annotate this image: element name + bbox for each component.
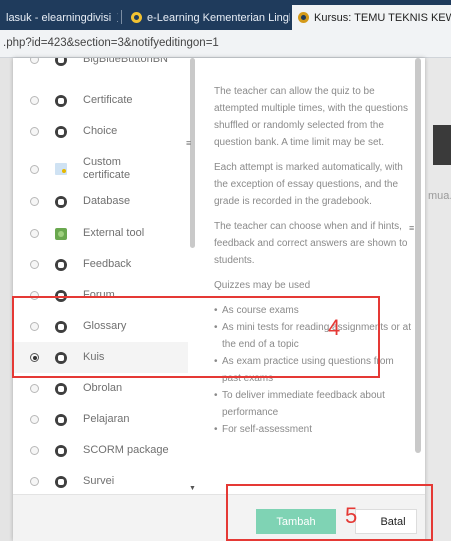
radio-button[interactable] <box>30 415 39 424</box>
activity-label: Choice <box>83 125 118 137</box>
description-paragraph: Each attempt is marked automatically, wi… <box>214 162 403 207</box>
browser-tab-3[interactable]: Kursus: TEMU TEKNIS KEWIRAU X <box>292 5 451 30</box>
activity-item-custom-certificate[interactable]: Custom certificate <box>13 151 189 187</box>
resize-grip-icon[interactable]: ≡ <box>409 223 414 233</box>
activity-item-external-tool[interactable]: External tool <box>13 218 189 249</box>
description-paragraph: Quizzes may be used <box>214 280 311 291</box>
activity-list-scrollbar[interactable]: ▼ <box>188 58 198 494</box>
radio-button[interactable] <box>30 477 39 486</box>
scroll-down-arrow-icon[interactable]: ▼ <box>189 485 196 492</box>
annotation-box-4 <box>12 296 380 378</box>
annotation-number-5: 5 <box>345 503 358 528</box>
activity-label: Certificate <box>83 94 133 106</box>
radio-button[interactable] <box>30 229 39 238</box>
activity-label: Survei <box>83 475 115 487</box>
radio-button[interactable] <box>30 96 39 105</box>
tab-3-label: Kursus: TEMU TEKNIS KEWIRAU <box>314 11 451 24</box>
description-paragraph: The teacher can allow the quiz to be att… <box>214 86 408 148</box>
radio-button[interactable] <box>30 58 39 64</box>
activity-label: Custom certificate <box>83 156 131 181</box>
activity-label: SCORM package <box>83 444 169 456</box>
tab-2-label: e-Learning Kementerian Lingk <box>147 11 290 24</box>
radio-button[interactable] <box>30 127 39 136</box>
activity-label: Obrolan <box>83 382 123 394</box>
choice-icon <box>55 125 67 138</box>
resize-grip-icon[interactable]: ≡ <box>186 138 191 148</box>
browser-tab-2[interactable]: e-Learning Kementerian Lingk X <box>125 5 290 30</box>
radio-button[interactable] <box>30 260 39 269</box>
tab-1-close-icon[interactable]: X <box>117 11 118 25</box>
annotation-box-5 <box>226 484 433 541</box>
scrollbar-thumb[interactable] <box>415 58 421 453</box>
tab-separator <box>121 10 122 24</box>
lesson-icon <box>55 413 67 426</box>
url-text: .php?id=423&section=3&notifyeditingon=1 <box>3 37 219 49</box>
description-paragraph: The teacher can choose when and if hints… <box>214 221 408 266</box>
certificate-icon <box>55 94 67 107</box>
puzzle-icon <box>55 227 67 240</box>
tab-1-label: lasuk - elearningdivisi <box>6 11 112 24</box>
activity-description: The teacher can allow the quiz to be att… <box>198 58 411 494</box>
activity-item-choice[interactable]: Choice <box>13 116 189 147</box>
activity-item-survei[interactable]: Survei <box>13 466 189 494</box>
activity-item-bigbluebutton[interactable]: BigBlueButtonBN <box>13 58 189 75</box>
browser-tab-bar: lasuk - elearningdivisi X e-Learning Kem… <box>0 0 451 30</box>
radio-button[interactable] <box>30 446 39 455</box>
activity-label: BigBlueButtonBN <box>83 58 168 65</box>
activity-item-feedback[interactable]: Feedback <box>13 249 189 280</box>
description-scrollbar[interactable] <box>411 58 425 494</box>
scrollbar-thumb[interactable] <box>190 58 195 248</box>
bullet-item: For self-assessment <box>214 421 411 438</box>
radio-button[interactable] <box>30 197 39 206</box>
activity-item-certificate[interactable]: Certificate <box>13 85 189 116</box>
activity-list: BigBlueButtonBN Certificate Choice Custo… <box>13 58 189 494</box>
radio-button[interactable] <box>30 384 39 393</box>
activity-label: External tool <box>83 227 145 239</box>
radio-button[interactable] <box>30 164 39 174</box>
address-bar[interactable]: .php?id=423&section=3&notifyeditingon=1 <box>0 30 451 58</box>
chat-icon <box>55 382 67 395</box>
activity-label: Feedback <box>83 258 132 270</box>
activity-label: Pelajaran <box>83 413 130 425</box>
activity-item-scorm-package[interactable]: SCORM package <box>13 435 189 466</box>
elearning-favicon-icon <box>131 12 142 23</box>
activity-item-pelajaran[interactable]: Pelajaran <box>13 404 189 435</box>
moodle-favicon-icon <box>298 12 309 23</box>
survey-icon <box>55 475 67 488</box>
browser-tab-1[interactable]: lasuk - elearningdivisi X <box>0 5 118 30</box>
bullet-item: To deliver immediate feedback about perf… <box>214 387 411 421</box>
activity-label: Database <box>83 195 131 207</box>
feedback-icon <box>55 258 67 271</box>
course-page-dark-block <box>433 125 451 165</box>
activity-item-database[interactable]: Database <box>13 186 189 217</box>
scorm-icon <box>55 444 67 457</box>
bigbluebutton-icon <box>55 58 67 66</box>
background-text-fragment: mua. <box>428 190 451 202</box>
annotation-number-4: 4 <box>328 315 341 340</box>
database-icon <box>55 195 67 208</box>
custom-certificate-icon <box>55 163 67 175</box>
